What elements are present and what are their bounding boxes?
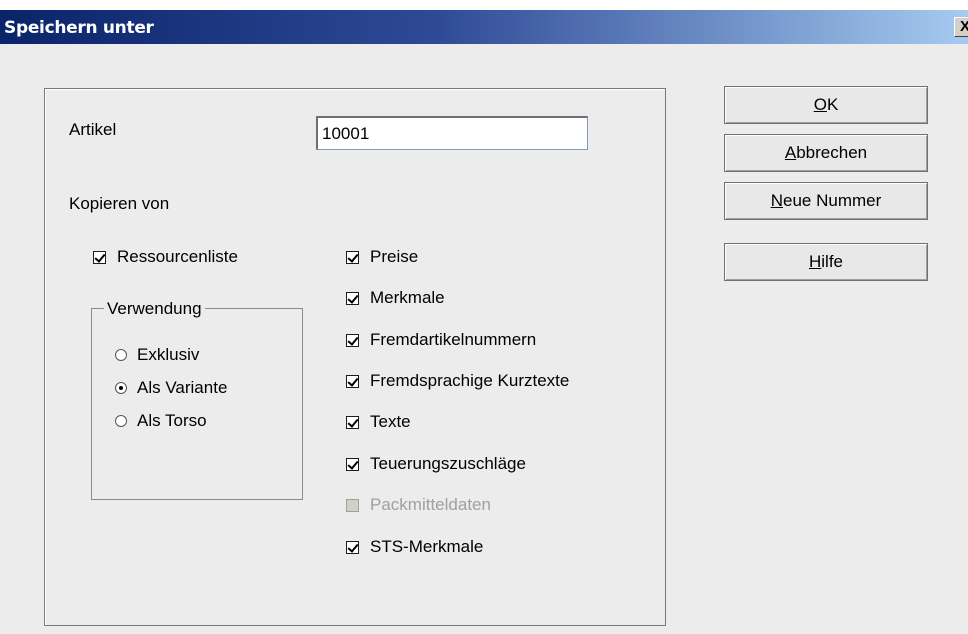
checkbox-label: Fremdartikelnummern xyxy=(370,330,537,349)
checkbox-checked-icon xyxy=(346,291,359,305)
artikel-input[interactable]: 10001 xyxy=(316,116,588,150)
checkbox-packmitteldaten: Packmitteldaten xyxy=(346,495,491,515)
checkbox-label: Texte xyxy=(370,412,411,431)
checkbox-label: STS-Merkmale xyxy=(370,537,484,556)
window-title: Speichern unter xyxy=(4,18,154,38)
abbrechen-button[interactable]: Abbrechen xyxy=(724,134,928,172)
checkbox-checked-icon xyxy=(346,415,359,429)
hilfe-label: ilfe xyxy=(821,252,843,271)
checkbox-checked-icon xyxy=(346,374,359,388)
radio-label: Als Variante xyxy=(137,378,228,397)
checkbox-label: Fremdsprachige Kurztexte xyxy=(370,371,570,390)
neue-nummer-mnemonic: N xyxy=(770,191,783,210)
dialog-body: Artikel 10001 Kopieren von Ressourcenlis… xyxy=(0,44,968,634)
verwendung-legend: Verwendung xyxy=(104,299,205,319)
checkbox-checked-icon xyxy=(346,457,359,471)
abbrechen-mnemonic: A xyxy=(784,143,797,162)
checkbox-sts-merkmale[interactable]: STS-Merkmale xyxy=(346,537,483,557)
checkbox-merkmale[interactable]: Merkmale xyxy=(346,288,445,308)
checkbox-label: Teuerungszuschläge xyxy=(370,454,526,473)
checkbox-label: Packmitteldaten xyxy=(370,495,491,514)
checkbox-fremdartikelnummern[interactable]: Fremdartikelnummern xyxy=(346,330,536,350)
kopieren-von-label: Kopieren von xyxy=(69,194,170,213)
radio-als-torso[interactable]: Als Torso xyxy=(115,411,207,431)
neue-nummer-button[interactable]: Neue Nummer xyxy=(724,182,928,220)
ok-label: K xyxy=(826,95,839,114)
checkbox-checked-icon xyxy=(346,250,359,264)
close-button[interactable]: X xyxy=(954,17,968,37)
checkbox-checked-icon xyxy=(93,250,106,264)
neue-nummer-label: eue Nummer xyxy=(783,191,882,210)
hilfe-button[interactable]: Hilfe xyxy=(724,243,928,281)
checkbox-checked-icon xyxy=(346,540,359,554)
radio-label: Als Torso xyxy=(137,411,207,430)
radio-unselected-icon xyxy=(115,415,127,427)
ok-button[interactable]: OK xyxy=(724,86,928,124)
radio-exklusiv[interactable]: Exklusiv xyxy=(115,345,199,365)
checkbox-disabled-icon xyxy=(346,498,359,512)
verwendung-group: Verwendung xyxy=(91,299,303,500)
ressourcenliste-checkbox[interactable]: Ressourcenliste xyxy=(93,247,238,267)
radio-selected-icon xyxy=(115,382,127,394)
checkbox-checked-icon xyxy=(346,333,359,347)
radio-label: Exklusiv xyxy=(137,345,200,364)
ok-mnemonic: O xyxy=(813,95,827,114)
checkbox-fremdsprachige-kurztexte[interactable]: Fremdsprachige Kurztexte xyxy=(346,371,569,391)
radio-als-variante[interactable]: Als Variante xyxy=(115,378,227,398)
checkbox-preise[interactable]: Preise xyxy=(346,247,418,267)
radio-unselected-icon xyxy=(115,349,127,361)
checkbox-teuerungszuschlaege[interactable]: Teuerungszuschläge xyxy=(346,454,526,474)
title-bar: Speichern unter X xyxy=(0,10,968,44)
checkbox-label: Merkmale xyxy=(370,288,445,307)
abbrechen-label: bbrechen xyxy=(796,143,868,162)
checkbox-label: Preise xyxy=(370,247,419,266)
ressourcenliste-label: Ressourcenliste xyxy=(117,247,238,266)
artikel-label: Artikel xyxy=(69,120,117,139)
checkbox-texte[interactable]: Texte xyxy=(346,412,411,432)
hilfe-mnemonic: H xyxy=(808,252,822,271)
